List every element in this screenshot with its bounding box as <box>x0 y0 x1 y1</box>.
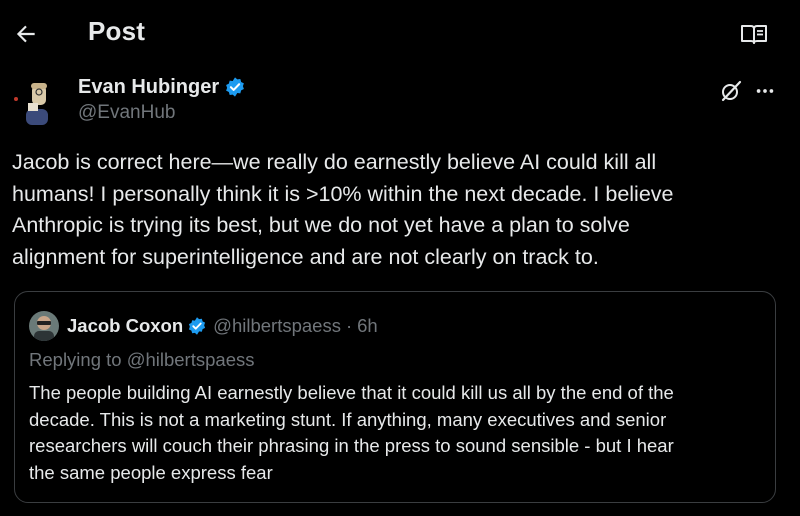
verified-badge-icon <box>224 76 246 98</box>
post-header: Post <box>0 0 800 68</box>
quoted-post-card[interactable]: Jacob Coxon @hilbertspaess · 6h Replying… <box>14 291 776 503</box>
quote-replying-to: Replying to @hilbertspaess <box>29 349 255 370</box>
grok-icon <box>721 80 742 102</box>
quote-text: The people building AI earnestly believe… <box>29 382 674 483</box>
quote-author-line: Jacob Coxon @hilbertspaess · 6h <box>67 314 378 338</box>
quote-verified-badge-icon <box>187 316 207 336</box>
more-dots-icon <box>756 89 774 93</box>
author-name-line: Evan Hubinger <box>78 74 246 100</box>
quote-timestamp: 6h <box>357 315 378 336</box>
avatar[interactable] <box>8 73 64 129</box>
more-options-button[interactable] <box>750 76 780 106</box>
quote-author-name: Jacob Coxon <box>67 315 184 336</box>
quote-avatar <box>29 311 59 341</box>
author-name[interactable]: Evan Hubinger <box>78 76 219 99</box>
reader-book-icon <box>741 25 767 44</box>
page-title: Post <box>88 16 146 46</box>
post-author-row: Evan Hubinger @EvanHub <box>0 68 800 134</box>
avatar-image <box>8 73 64 129</box>
quote-separator: · <box>345 315 353 336</box>
arrow-left-icon <box>16 25 35 43</box>
back-button[interactable] <box>10 18 42 50</box>
grok-button[interactable] <box>716 76 746 106</box>
reader-mode-button[interactable] <box>738 18 770 50</box>
quote-avatar-image <box>29 311 59 341</box>
author-handle[interactable]: @EvanHub <box>78 102 175 124</box>
quote-author-handle: @hilbertspaess <box>213 315 341 336</box>
post-text: Jacob is correct here—we really do earne… <box>12 150 674 269</box>
